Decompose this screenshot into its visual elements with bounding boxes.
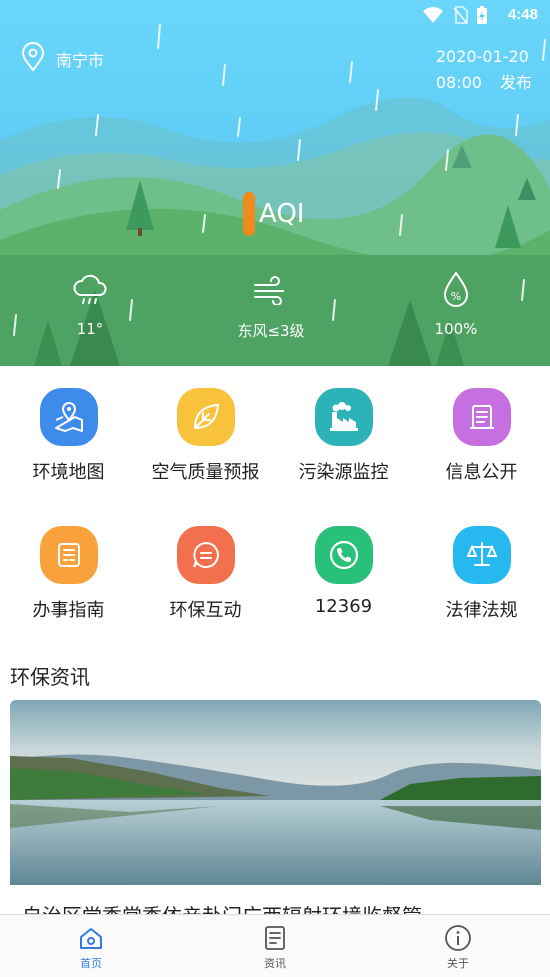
news-thumbnail (10, 700, 541, 885)
publish-info: 2020-01-20 08:00 发布 (436, 44, 532, 96)
guide-icon (39, 526, 98, 584)
grid-item-interaction[interactable]: 环保互动 (137, 526, 274, 622)
grid-label: 污染源监控 (298, 462, 389, 483)
svg-text:%: % (451, 290, 461, 303)
grid-label: 环保互动 (169, 600, 242, 621)
rain-cloud-icon (30, 270, 150, 310)
document-icon (452, 388, 511, 446)
map-icon (39, 388, 98, 446)
wind-icon (211, 270, 331, 310)
grid-label: 办事指南 (32, 600, 105, 621)
bottom-nav: 首页 资讯 关于 (0, 914, 550, 977)
grid-item-env-map[interactable]: 环境地图 (0, 388, 137, 484)
scale-icon (452, 526, 511, 584)
home-icon (46, 923, 136, 953)
grid-item-pollution-monitor[interactable]: 污染源监控 (275, 388, 412, 484)
grid-label: 法律法规 (445, 600, 518, 621)
leaf-icon (176, 388, 235, 446)
grid-label: 12369 (314, 596, 373, 617)
status-bar: 4:48 (0, 0, 550, 32)
city-name: 南宁市 (56, 51, 105, 70)
temperature: 11° (76, 320, 104, 338)
wind-value: 东风≤3级 (237, 322, 305, 340)
grid-label: 信息公开 (445, 462, 518, 483)
nav-about[interactable]: 关于 (413, 923, 503, 971)
news-card[interactable]: 自治区党委常委依亲赴门广西辐射环境监督管 (10, 700, 541, 940)
weather-hero: 4:48 南宁市 2020-01-20 08:00 发布 AQI 11° 东风≤… (0, 0, 550, 366)
grid-item-guide[interactable]: 办事指南 (0, 526, 137, 622)
location-selector[interactable]: 南宁市 (20, 42, 104, 76)
humidity-value: 100% (434, 320, 478, 338)
nav-home-label: 首页 (80, 957, 102, 970)
factory-icon (314, 388, 373, 446)
publish-time: 08:00 (435, 73, 482, 92)
news-icon (230, 923, 320, 953)
grid-item-air-quality[interactable]: 空气质量预报 (137, 388, 274, 484)
aqi-label: AQI (259, 199, 305, 229)
status-icons (422, 6, 488, 28)
nav-home[interactable]: 首页 (46, 923, 136, 971)
news-section-title: 环保资讯 (10, 665, 90, 689)
grid-label: 空气质量预报 (151, 462, 260, 483)
publish-date: 2020-01-20 (435, 47, 529, 66)
phone-icon (314, 526, 373, 584)
aqi-indicator[interactable]: AQI (243, 192, 304, 236)
weather-humidity: % 100% (396, 270, 516, 338)
grid-label: 环境地图 (32, 462, 105, 483)
nav-about-label: 关于 (447, 957, 469, 970)
nav-news-label: 资讯 (264, 957, 286, 970)
humidity-drop-icon: % (396, 270, 516, 310)
no-sim-icon (452, 6, 468, 28)
info-icon (413, 923, 503, 953)
aqi-level-bar (243, 192, 255, 236)
battery-charging-icon (476, 6, 488, 28)
wifi-icon (422, 6, 444, 28)
publish-label: 发布 (499, 73, 532, 92)
location-pin-icon (20, 42, 46, 76)
status-time: 4:48 (507, 6, 538, 23)
nav-news[interactable]: 资讯 (230, 923, 320, 971)
weather-condition: 11° (30, 270, 150, 338)
grid-item-info-disclosure[interactable]: 信息公开 (413, 388, 550, 484)
grid-item-law[interactable]: 法律法规 (413, 526, 550, 622)
grid-item-hotline[interactable]: 12369 (275, 526, 412, 617)
weather-wind: 东风≤3级 (211, 270, 331, 341)
chat-icon (176, 526, 235, 584)
